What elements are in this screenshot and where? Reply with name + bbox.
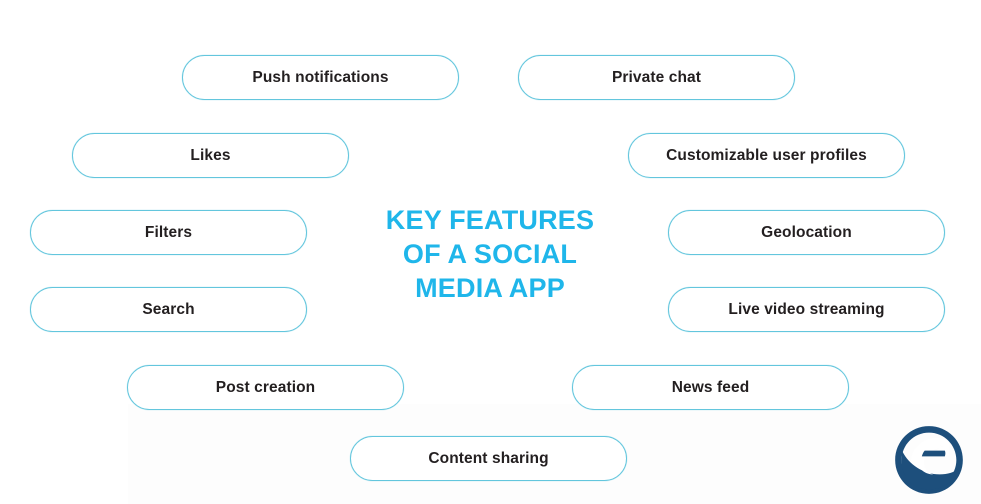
letter-e-logo	[893, 424, 965, 496]
feature-pill-post-creation[interactable]: Post creation	[127, 365, 404, 410]
feature-pill-label: Search	[142, 300, 195, 318]
feature-pill-search[interactable]: Search	[30, 287, 307, 332]
feature-pill-label: News feed	[671, 378, 750, 396]
feature-pill-label: Private chat	[611, 68, 702, 86]
feature-pill-label: Content sharing	[428, 449, 549, 467]
diagram-title-line-1: KEY FEATURES	[385, 205, 595, 235]
feature-pill-content-sharing[interactable]: Content sharing	[350, 436, 627, 481]
feature-pill-private-chat[interactable]: Private chat	[518, 55, 795, 100]
feature-pill-push-notifications[interactable]: Push notifications	[182, 55, 459, 100]
feature-pill-live-video-streaming[interactable]: Live video streaming	[668, 287, 945, 332]
feature-pill-label: Post creation	[215, 378, 316, 396]
infographic-canvas: Push notifications Private chat Likes Cu…	[0, 0, 981, 504]
diagram-title-line-2: OF A SOCIAL	[402, 239, 578, 269]
feature-pill-label: Customizable user profiles	[666, 146, 867, 164]
feature-pill-label: Live video streaming	[728, 300, 885, 318]
feature-pill-geolocation[interactable]: Geolocation	[668, 210, 945, 255]
feature-pill-label: Likes	[190, 146, 231, 164]
feature-pill-customizable-user-profiles[interactable]: Customizable user profiles	[628, 133, 905, 178]
feature-pill-filters[interactable]: Filters	[30, 210, 307, 255]
diagram-title-line-3: MEDIA APP	[415, 273, 565, 303]
diagram-title: KEY FEATURES OF A SOCIAL MEDIA APP	[352, 203, 628, 305]
feature-pill-label: Filters	[144, 223, 193, 241]
feature-pill-likes[interactable]: Likes	[72, 133, 349, 178]
feature-pill-news-feed[interactable]: News feed	[572, 365, 849, 410]
feature-pill-label: Geolocation	[761, 223, 852, 241]
feature-pill-label: Push notifications	[252, 68, 389, 86]
